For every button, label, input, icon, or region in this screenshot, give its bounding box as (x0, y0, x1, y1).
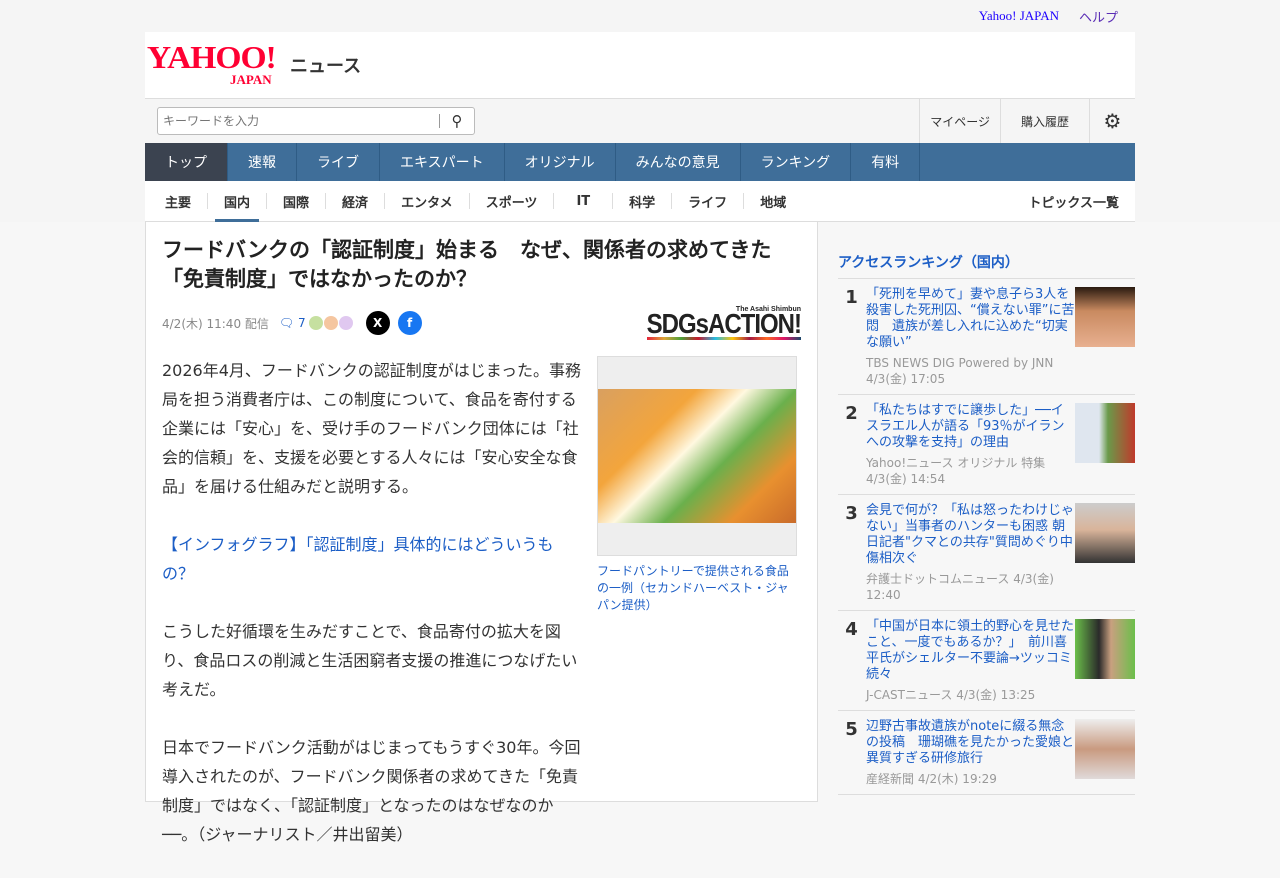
nav-paid[interactable]: 有料 (851, 143, 921, 181)
ranking-item[interactable]: 2 「私たちはすでに譲歩した」──イスラエル人が語る「93％がイランへの攻撃を支持… (838, 395, 1135, 495)
nav-opinions[interactable]: みんなの意見 (616, 143, 741, 181)
tab-main[interactable]: 主要 (145, 193, 207, 211)
paragraph: 日本でフードバンク活動がはじまってもうすぐ30年。今回導入されたのが、フードバン… (162, 738, 581, 844)
tab-local[interactable]: 地域 (743, 193, 802, 211)
ranking-item[interactable]: 5 辺野古事故遺族がnoteに綴る無念の投稿 珊瑚礁を見たかった愛娘と異質すぎる研… (838, 711, 1135, 795)
tab-international[interactable]: 国際 (266, 193, 325, 211)
gear-icon[interactable]: ⚙ (1089, 99, 1135, 143)
image-caption[interactable]: フードパントリーで提供される食品の一例（セカンドハーベスト・ジャパン提供） (597, 563, 797, 614)
facebook-share-icon[interactable]: f (397, 311, 422, 335)
search-row: ⚲ マイページ 購入履歴 ⚙ (145, 98, 1135, 143)
nav-top[interactable]: トップ (145, 143, 228, 181)
paragraph: こうした好循環を生みだすことで、食品寄付の拡大を図り、食品ロスの削減と生活困窮者… (162, 622, 578, 699)
tab-science[interactable]: 科学 (612, 193, 671, 211)
news-logo-text[interactable]: ニュース (290, 52, 361, 78)
yahoo-logo[interactable]: YAHOO! JAPAN (147, 39, 286, 87)
nav-breaking[interactable]: 速報 (228, 143, 297, 181)
mypage-link[interactable]: マイページ (919, 99, 1000, 143)
thumbnail (1075, 619, 1135, 679)
article-image[interactable] (597, 356, 797, 556)
nav-expert[interactable]: エキスパート (380, 143, 505, 181)
article-meta: 4/2(木) 11:40 配信 🗨 7 X f The Asahi Shimbu… (162, 306, 802, 340)
category-nav: 主要 国内 国際 経済 エンタメ スポーツ IT 科学 ライフ 地域 トピックス… (145, 181, 1135, 222)
thumbnail (1075, 719, 1135, 779)
help-link[interactable]: ヘルプ (1079, 7, 1118, 26)
header: YAHOO! JAPAN ニュース (145, 32, 1135, 98)
sdgs-action-logo[interactable]: The Asahi Shimbun SDGsACTION! (646, 306, 802, 340)
thumbnail (1075, 403, 1135, 463)
search-box: ⚲ (157, 107, 475, 135)
ranking-item[interactable]: 3 会見で何が？「私は怒ったわけじゃない」当事者のハンターも困惑 朝日記者"クマと… (838, 495, 1135, 611)
nav-ranking[interactable]: ランキング (741, 143, 852, 181)
tab-it[interactable]: IT (553, 193, 612, 209)
thumbnail (1075, 503, 1135, 563)
thumbnail (1075, 287, 1135, 347)
nav-original[interactable]: オリジナル (505, 143, 616, 181)
topics-list-link[interactable]: トピックス一覧 (1028, 192, 1135, 211)
publish-date: 4/2(木) 11:40 配信 (162, 316, 269, 331)
tab-domestic[interactable]: 国内 (207, 193, 266, 222)
tab-economy[interactable]: 経済 (325, 193, 384, 211)
purchase-history-link[interactable]: 購入履歴 (999, 99, 1089, 143)
tab-sports[interactable]: スポーツ (468, 193, 554, 211)
paragraph: 2026年4月、フードバンクの認証制度がはじまった。事務局を担う消費者庁は、この… (162, 361, 582, 496)
tab-entertainment[interactable]: エンタメ (384, 193, 469, 211)
x-share-icon[interactable]: X (365, 311, 390, 335)
ranking-item[interactable]: 4 「中国が日本に領土的野心を見せたこと、一度でもあるか？」 前川喜平氏がシェルタ… (838, 611, 1135, 711)
main-nav: トップ 速報 ライブ エキスパート オリジナル みんなの意見 ランキング 有料 (145, 143, 1135, 181)
article: フードバンクの「認証制度」始まる なぜ、関係者の求めてきた「免責制度」ではなかっ… (145, 222, 818, 844)
search-input[interactable] (158, 114, 439, 128)
nav-live[interactable]: ライブ (297, 143, 380, 181)
tab-life[interactable]: ライフ (671, 193, 743, 211)
reaction-icons[interactable] (308, 316, 354, 331)
ranking-item[interactable]: 1 「死刑を早めて」妻や息子ら3人を殺害した死刑囚、“償えない罪”に苦悶 遺族が差… (838, 279, 1135, 395)
comment-count[interactable]: 🗨 7 (279, 316, 306, 330)
ranking-title: アクセスランキング（国内） (838, 252, 1135, 279)
top-utility-bar: Yahoo! JAPAN ヘルプ (145, 0, 1135, 32)
infograph-link[interactable]: 【インフォグラフ】「認証制度」具体的にはどういうもの？ (162, 535, 554, 583)
yahoo-japan-link[interactable]: Yahoo! JAPAN (979, 8, 1059, 24)
access-ranking: アクセスランキング（国内） 1 「死刑を早めて」妻や息子ら3人を殺害した死刑囚、“… (818, 222, 1135, 802)
search-icon[interactable]: ⚲ (440, 112, 474, 130)
article-title: フードバンクの「認証制度」始まる なぜ、関係者の求めてきた「免責制度」ではなかっ… (162, 238, 772, 291)
